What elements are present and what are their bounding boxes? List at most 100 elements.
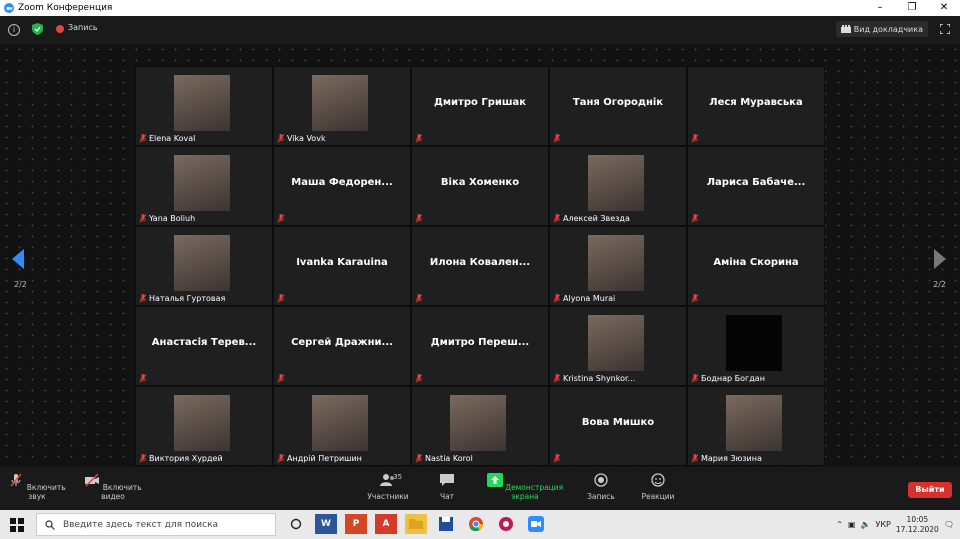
- participant-tile[interactable]: Дмитро Гришак: [411, 66, 549, 146]
- page-indicator-right: 2/2: [933, 280, 946, 289]
- leave-meeting-button[interactable]: Выйти: [908, 482, 952, 498]
- participants-button[interactable]: 35 Участники: [362, 473, 414, 501]
- participant-tile[interactable]: Боднар Богдан: [687, 306, 825, 386]
- shield-icon[interactable]: [32, 23, 43, 35]
- save-disk-icon[interactable]: [435, 514, 457, 534]
- participant-tile[interactable]: Алексей Звезда: [549, 146, 687, 226]
- clock-date: 17.12.2020: [895, 524, 939, 534]
- video-off-icon: [85, 473, 100, 487]
- muted-mic-icon: [416, 294, 422, 303]
- start-video-button[interactable]: Включить видео: [78, 473, 148, 501]
- participant-display-name: Илона Ковален...: [429, 257, 531, 268]
- file-explorer-icon[interactable]: [405, 514, 427, 534]
- windows-start-icon[interactable]: [10, 518, 24, 532]
- participant-tile[interactable]: Віка Хоменко: [411, 146, 549, 226]
- participant-tile[interactable]: Мария Зюзина: [687, 386, 825, 466]
- windows-taskbar: Введите здесь текст для поиска W P A ⌃ ▣…: [0, 510, 960, 539]
- participant-tile[interactable]: Виктория Хурдей: [135, 386, 273, 466]
- minimize-button[interactable]: –: [864, 0, 896, 16]
- task-view-icon[interactable]: [285, 514, 307, 534]
- participant-name-label: [140, 374, 146, 383]
- participant-name-label: Виктория Хурдей: [140, 454, 223, 463]
- participant-display-name: Дмитро Переш...: [430, 337, 530, 348]
- participant-name-label: Алексей Звезда: [554, 214, 630, 223]
- close-button[interactable]: ✕: [928, 0, 960, 16]
- unmute-button[interactable]: Включить звук: [8, 473, 66, 501]
- participant-name-label: Alyona Murai: [554, 294, 615, 303]
- participant-tile[interactable]: Vika Vovk: [273, 66, 411, 146]
- participant-name: Андрій Петришин: [287, 454, 362, 463]
- participant-tile[interactable]: Kristina Shynkor...: [549, 306, 687, 386]
- participant-tile[interactable]: Анастасія Терев...: [135, 306, 273, 386]
- unmute-label: Включить звук: [26, 483, 66, 501]
- previous-page-arrow-icon[interactable]: [12, 249, 24, 269]
- speaker-view-button[interactable]: Вид докладчика: [835, 21, 928, 37]
- participant-tile[interactable]: Илона Ковален...: [411, 226, 549, 306]
- participant-tile[interactable]: Elena Koval: [135, 66, 273, 146]
- participant-tile[interactable]: Nastia Korol: [411, 386, 549, 466]
- taskbar-clock[interactable]: 10:05 17.12.2020: [896, 515, 939, 535]
- word-icon[interactable]: W: [315, 514, 337, 534]
- participant-name-label: Kristina Shynkor...: [554, 374, 635, 383]
- maximize-button[interactable]: ❐: [896, 0, 928, 16]
- muted-mic-icon: [554, 294, 560, 303]
- participant-name-label: [278, 214, 284, 223]
- chat-icon: [440, 474, 454, 486]
- muted-mic-icon: [692, 454, 698, 463]
- participant-tile[interactable]: Маша Федорен...: [273, 146, 411, 226]
- record-button[interactable]: Запись: [584, 473, 618, 501]
- chrome-icon[interactable]: [465, 514, 487, 534]
- participant-name: Виктория Хурдей: [149, 454, 223, 463]
- participant-tile[interactable]: Таня Огороднік: [549, 66, 687, 146]
- participant-tile[interactable]: Yana Boliuh: [135, 146, 273, 226]
- participant-display-name: Дмитро Гришак: [433, 97, 527, 108]
- taskbar-search-box[interactable]: Введите здесь текст для поиска: [36, 513, 276, 536]
- participant-name-label: [278, 294, 284, 303]
- participant-name-label: [554, 134, 560, 143]
- share-screen-button[interactable]: Демонстрация экрана: [478, 473, 572, 501]
- participant-name-label: [416, 134, 422, 143]
- muted-mic-icon: [692, 214, 698, 223]
- participant-tile[interactable]: Наталья Гуртовая: [135, 226, 273, 306]
- volume-icon[interactable]: 🔈: [861, 520, 871, 529]
- muted-mic-icon: [692, 294, 698, 303]
- participant-name: Yana Boliuh: [149, 214, 196, 223]
- window-title: Zoom Конференция: [18, 3, 113, 13]
- participant-tile[interactable]: Леся Муравська: [687, 66, 825, 146]
- participant-display-name: Маша Федорен...: [291, 177, 393, 188]
- participant-tile[interactable]: Лариса Бабаче...: [687, 146, 825, 226]
- reactions-button[interactable]: Реакции: [638, 473, 678, 501]
- participant-photo: [588, 235, 644, 291]
- participant-tile[interactable]: Дмитро Переш...: [411, 306, 549, 386]
- network-icon[interactable]: ▣: [848, 520, 856, 529]
- muted-mic-icon: [554, 214, 560, 223]
- participant-tile[interactable]: Сергей Дражни...: [273, 306, 411, 386]
- participant-tile[interactable]: Alyona Murai: [549, 226, 687, 306]
- participants-label: Участники: [367, 492, 409, 501]
- language-indicator[interactable]: УКР: [876, 520, 891, 529]
- participant-photo: [726, 395, 782, 451]
- participant-name: Alyona Murai: [563, 294, 616, 303]
- muted-mic-icon: [416, 454, 422, 463]
- participant-photo: [174, 395, 230, 451]
- muted-mic-icon: [140, 454, 146, 463]
- participant-tile[interactable]: Вова Мишко: [549, 386, 687, 466]
- fullscreen-icon[interactable]: [940, 24, 950, 34]
- info-icon[interactable]: i: [8, 24, 20, 36]
- participant-tile[interactable]: Андрій Петришин: [273, 386, 411, 466]
- participant-tile[interactable]: Ivanka Karauina: [273, 226, 411, 306]
- powerpoint-icon[interactable]: P: [345, 514, 367, 534]
- next-page-arrow-icon[interactable]: [934, 249, 946, 269]
- meeting-app-icon[interactable]: [495, 514, 517, 534]
- chevron-up-icon[interactable]: ⌃: [836, 520, 843, 529]
- notifications-icon[interactable]: 🗨: [944, 520, 954, 529]
- participant-display-name: Таня Огороднік: [572, 97, 664, 108]
- acrobat-icon[interactable]: A: [375, 514, 397, 534]
- participant-tile[interactable]: Аміна Скорина: [687, 226, 825, 306]
- muted-mic-icon: [140, 134, 146, 143]
- participant-photo: [174, 155, 230, 211]
- zoom-taskbar-icon[interactable]: [525, 514, 547, 534]
- muted-mic-icon: [554, 374, 560, 383]
- muted-mic-icon: [140, 374, 146, 383]
- chat-button[interactable]: Чат: [432, 473, 462, 501]
